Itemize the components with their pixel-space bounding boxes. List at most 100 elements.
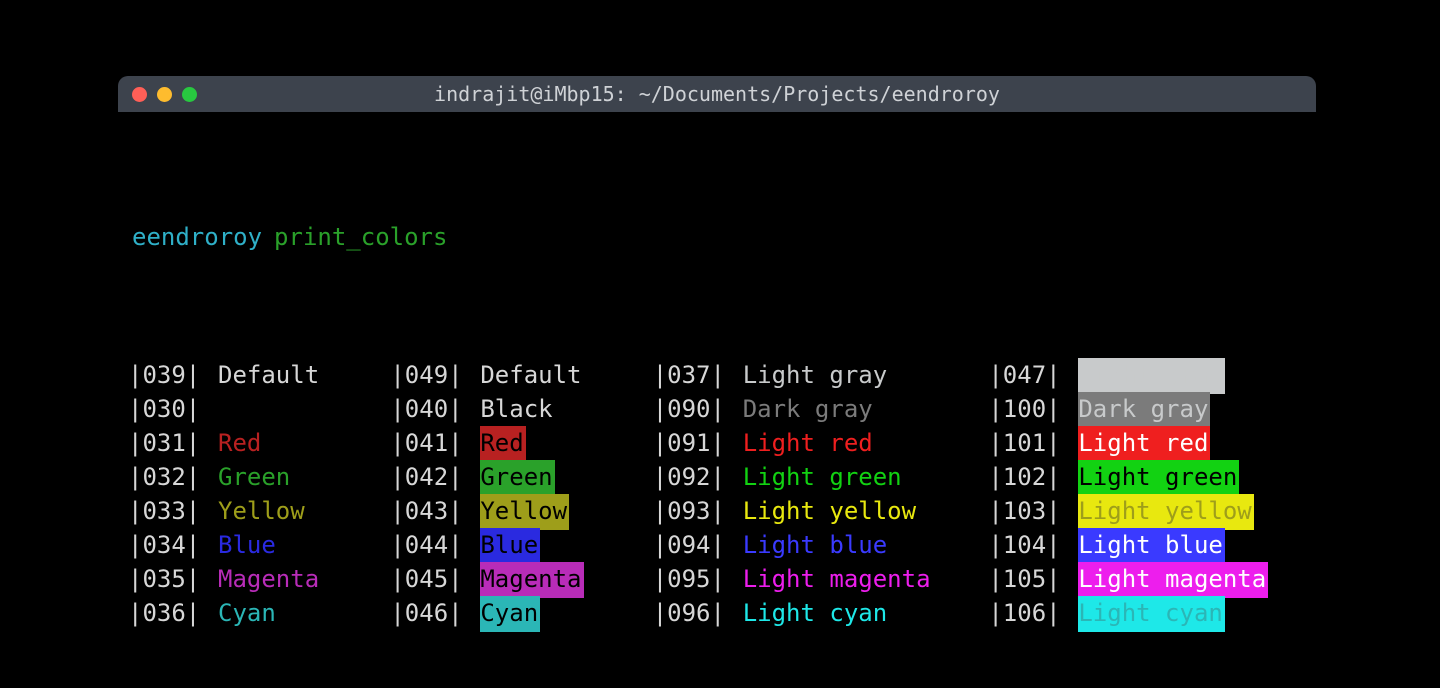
color-row: |049|Default — [390, 358, 634, 392]
color-row: |041|Red — [390, 426, 634, 460]
color-label: Light yellow — [743, 494, 918, 530]
color-label: Default — [218, 358, 321, 394]
color-label — [218, 415, 220, 417]
prompt-user: eendroroy — [132, 220, 262, 254]
color-row: |032| Green — [128, 460, 372, 494]
ansi-code: |094| — [653, 528, 731, 562]
ansi-code: |045| — [390, 562, 468, 596]
ansi-code: |102| — [988, 460, 1066, 494]
color-label: Blue — [218, 528, 278, 564]
ansi-code: |044| — [390, 528, 468, 562]
color-label: Light cyan — [743, 596, 890, 632]
color-label: Light magenta — [1078, 562, 1268, 598]
color-row: |093| Light yellow — [653, 494, 971, 528]
color-label: Magenta — [480, 562, 583, 598]
color-label: Yellow — [218, 494, 307, 530]
color-label: Light cyan — [1078, 596, 1225, 632]
ansi-code: |093| — [653, 494, 731, 528]
ansi-code: |042| — [390, 460, 468, 494]
color-label: Light blue — [743, 528, 890, 564]
color-column-bg-basic: |049|Default|040| Black|041|Red|042| Green… — [390, 358, 634, 630]
color-row: |031| Red — [128, 426, 372, 460]
ansi-code: |037| — [653, 358, 731, 392]
ansi-code: |039| — [128, 358, 206, 392]
color-row: |090|Dark gray — [653, 392, 971, 426]
color-row: |092| Light green — [653, 460, 971, 494]
prompt-command: print_colors — [274, 220, 447, 254]
color-label: Green — [218, 460, 292, 496]
color-label: Light gray — [743, 358, 890, 394]
ansi-code: |047| — [988, 358, 1066, 392]
ansi-code: |106| — [988, 596, 1066, 630]
color-row: |103| Light yellow — [988, 494, 1306, 528]
terminal-body[interactable]: eendroroy print_colors |039|Default|030|… — [118, 112, 1316, 688]
ansi-code: |095| — [653, 562, 731, 596]
color-row: |042| Green — [390, 460, 634, 494]
ansi-code: |103| — [988, 494, 1066, 528]
ansi-code: |091| — [653, 426, 731, 460]
color-row: |105| Light magenta — [988, 562, 1306, 596]
color-row: |033| Yellow — [128, 494, 372, 528]
color-row: |094| Light blue — [653, 528, 971, 562]
ansi-code: |035| — [128, 562, 206, 596]
stage: indrajit@iMbp15: ~/Documents/Projects/ee… — [0, 0, 1440, 688]
titlebar[interactable]: indrajit@iMbp15: ~/Documents/Projects/ee… — [118, 76, 1316, 112]
ansi-code: |100| — [988, 392, 1066, 426]
color-row: |035| Magenta — [128, 562, 372, 596]
color-label: Light magenta — [743, 562, 933, 598]
minimize-icon[interactable] — [157, 87, 172, 102]
color-row: |046| Cyan — [390, 596, 634, 630]
ansi-code: |101| — [988, 426, 1066, 460]
color-label: Dark gray — [1078, 392, 1210, 428]
color-label: Black — [480, 392, 554, 428]
color-row: |039| Default — [128, 358, 372, 392]
color-label: Yellow — [480, 494, 569, 530]
color-label: Light yellow — [1078, 494, 1253, 530]
ansi-code: |040| — [390, 392, 468, 426]
ansi-code: |033| — [128, 494, 206, 528]
traffic-lights — [132, 87, 197, 102]
close-icon[interactable] — [132, 87, 147, 102]
ansi-code: |031| — [128, 426, 206, 460]
color-row: |091| Light red — [653, 426, 971, 460]
color-label: Magenta — [218, 562, 321, 598]
color-row: |104| Light blue — [988, 528, 1306, 562]
color-row: |044| Blue — [390, 528, 634, 562]
color-label: Light green — [743, 460, 904, 496]
color-label: Dark gray — [743, 392, 875, 428]
color-row: |040| Black — [390, 392, 634, 426]
prompt-line-1: eendroroy print_colors — [128, 220, 1306, 254]
color-row: |034| Blue — [128, 528, 372, 562]
color-label: Red — [218, 426, 263, 462]
ansi-code: |036| — [128, 596, 206, 630]
color-row: |037| Light gray — [653, 358, 971, 392]
color-label: Red — [480, 426, 525, 462]
ansi-code: |034| — [128, 528, 206, 562]
color-label: Green — [480, 460, 554, 496]
color-label: Light gray — [1078, 358, 1225, 394]
color-row: |096|Light cyan — [653, 596, 971, 630]
ansi-code: |046| — [390, 596, 468, 630]
color-label: Light red — [743, 426, 875, 462]
color-column-fg-basic: |039|Default|030||031|Red|032|Green|033|… — [128, 358, 372, 630]
ansi-code: |049| — [390, 358, 468, 392]
ansi-code: |092| — [653, 460, 731, 494]
color-label: Cyan — [480, 596, 540, 632]
ansi-code: |032| — [128, 460, 206, 494]
terminal-window: indrajit@iMbp15: ~/Documents/Projects/ee… — [118, 76, 1316, 688]
color-row: |102| Light green — [988, 460, 1306, 494]
color-label: Cyan — [218, 596, 278, 632]
ansi-code: |104| — [988, 528, 1066, 562]
ansi-code: |105| — [988, 562, 1066, 596]
color-column-bg-light: |047| Light gray |100| Dark gray |101| Light … — [988, 358, 1306, 630]
color-label: Light red — [1078, 426, 1210, 462]
color-row: |106| Light cyan — [988, 596, 1306, 630]
color-label: Blue — [480, 528, 540, 564]
ansi-code: |043| — [390, 494, 468, 528]
color-row: |095| Light magenta — [653, 562, 971, 596]
color-label: Light blue — [1078, 528, 1225, 564]
zoom-icon[interactable] — [182, 87, 197, 102]
color-table: |039|Default|030||031|Red|032|Green|033|… — [128, 358, 1306, 630]
color-row: |047| Light gray — [988, 358, 1306, 392]
color-label: Light green — [1078, 460, 1239, 496]
